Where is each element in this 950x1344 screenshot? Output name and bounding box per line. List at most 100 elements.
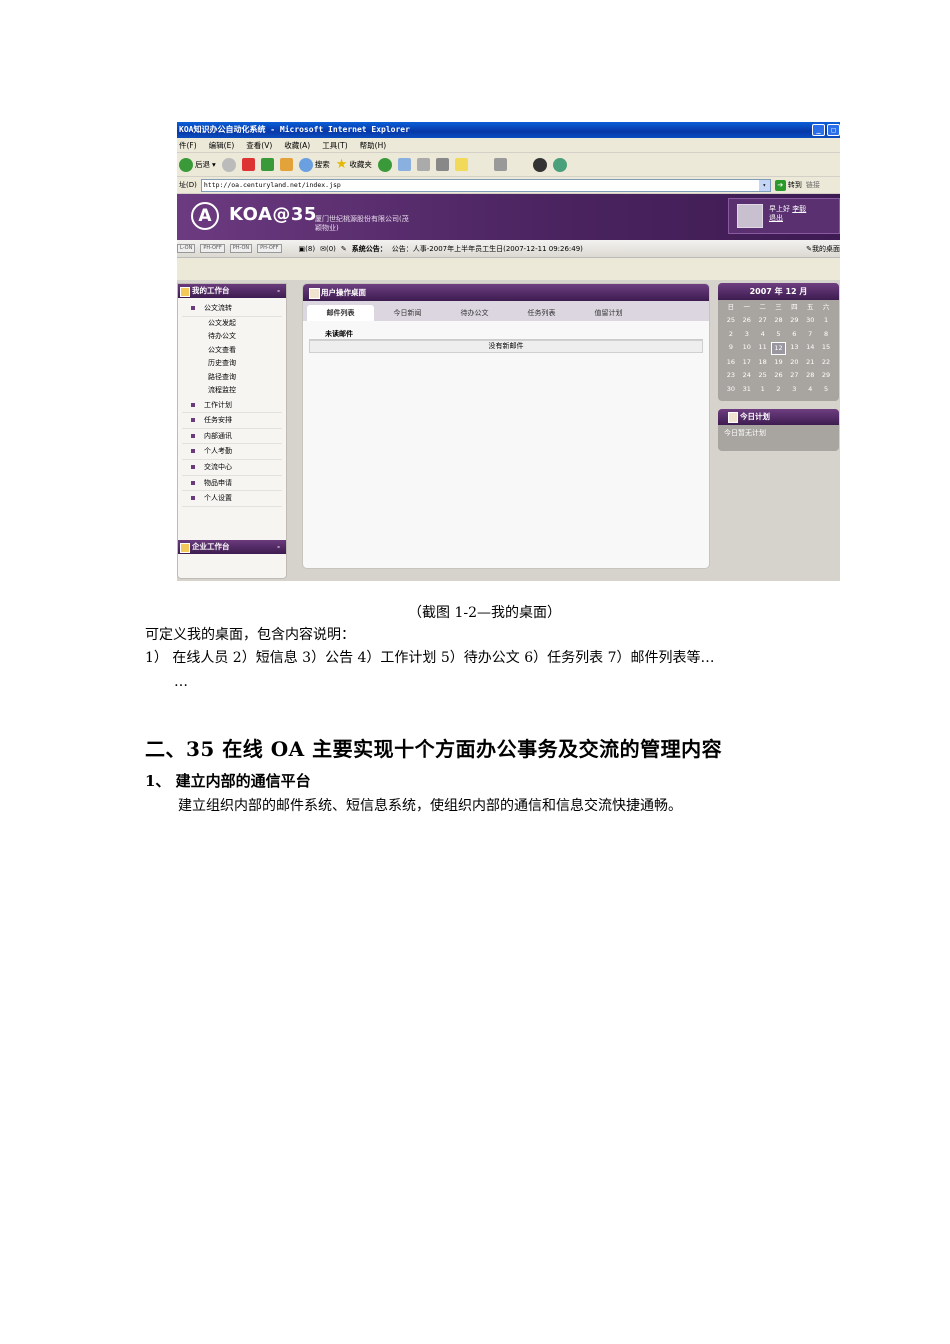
calendar-day[interactable]: 17	[739, 357, 755, 368]
sidebar-item[interactable]: 物品申请	[182, 476, 282, 492]
calendar-day[interactable]: 30	[723, 384, 739, 395]
status-chip[interactable]: PH-OFF	[200, 244, 225, 253]
messenger-icon[interactable]	[552, 157, 567, 172]
calendar-day[interactable]: 26	[771, 370, 787, 381]
sidebar-item[interactable]: 任务安排	[182, 413, 282, 429]
menu-help[interactable]: 帮助(H)	[360, 138, 387, 152]
home-icon[interactable]	[279, 158, 293, 171]
calendar-day[interactable]: 18	[755, 357, 771, 368]
calendar-day[interactable]: 8	[818, 329, 834, 340]
research-icon[interactable]	[493, 158, 507, 171]
calendar-day[interactable]: 6	[786, 329, 802, 340]
qq-icon[interactable]	[532, 157, 547, 172]
sidebar-subitem[interactable]: 公文发起	[178, 317, 286, 331]
calendar-day[interactable]: 27	[755, 315, 771, 326]
links-label[interactable]: 链接	[806, 180, 820, 190]
mail-count[interactable]: ✉(0)	[320, 245, 336, 253]
calendar-day[interactable]: 2	[771, 384, 787, 395]
collapse-icon[interactable]: -	[277, 284, 280, 298]
mail-icon[interactable]	[397, 158, 411, 171]
calendar-day[interactable]: 29	[786, 315, 802, 326]
menu-file[interactable]: 件(F)	[179, 138, 197, 152]
calendar-day[interactable]: 27	[786, 370, 802, 381]
calendar-day[interactable]: 7	[802, 329, 818, 340]
enterprise-panel-title[interactable]: 企业工作台 -	[178, 540, 286, 554]
calendar-day[interactable]: 28	[771, 315, 787, 326]
message-count[interactable]: ▣(8)	[299, 245, 316, 253]
menu-tools[interactable]: 工具(T)	[322, 138, 347, 152]
notice-text[interactable]: 公告：人事-2007年上半年员工生日(2007-12-11 09:26:49)	[392, 244, 583, 254]
calendar-day[interactable]: 10	[739, 342, 755, 355]
refresh-icon[interactable]	[260, 158, 274, 171]
sidebar-title[interactable]: 我的工作台 -	[178, 284, 286, 298]
status-chip[interactable]: PH-OFF	[257, 244, 282, 253]
calendar-day[interactable]: 19	[771, 357, 787, 368]
calendar-day[interactable]: 4	[755, 329, 771, 340]
calendar-day[interactable]: 25	[723, 315, 739, 326]
menu-view[interactable]: 查看(V)	[246, 138, 272, 152]
calendar-day[interactable]: 5	[818, 384, 834, 395]
back-button[interactable]: 后退 ▾	[179, 157, 216, 172]
sidebar-item[interactable]: 内部通讯	[182, 429, 282, 445]
tab-pending-docs[interactable]: 待办公文	[441, 305, 508, 321]
calendar-day[interactable]: 22	[818, 357, 834, 368]
calendar-day[interactable]: 1	[818, 315, 834, 326]
stop-icon[interactable]	[241, 158, 255, 171]
calendar-day[interactable]: 25	[755, 370, 771, 381]
calendar-day[interactable]: 31	[739, 384, 755, 395]
calendar-day[interactable]: 15	[818, 342, 834, 355]
tab-plans[interactable]: 值留计划	[575, 305, 642, 321]
calendar-day[interactable]: 23	[723, 370, 739, 381]
calendar-day[interactable]: 4	[802, 384, 818, 395]
sidebar-subitem[interactable]: 路径查询	[178, 371, 286, 385]
menu-edit[interactable]: 编辑(E)	[209, 138, 235, 152]
discuss-icon[interactable]	[454, 158, 468, 171]
menu-favorites[interactable]: 收藏(A)	[284, 138, 310, 152]
calendar-day[interactable]: 16	[723, 357, 739, 368]
maximize-button[interactable]: □	[827, 124, 840, 136]
status-chip[interactable]: L-ON	[177, 244, 196, 253]
tab-news[interactable]: 今日新闻	[374, 305, 441, 321]
calendar-day[interactable]: 5	[771, 329, 787, 340]
calendar-day[interactable]: 11	[755, 342, 771, 355]
address-input[interactable]: http://oa.centuryland.net/index.jsp ▾	[200, 178, 771, 192]
forward-arrow-icon[interactable]	[221, 157, 236, 172]
sidebar-subitem[interactable]: 历史查询	[178, 357, 286, 371]
history-icon[interactable]	[377, 157, 392, 172]
calendar-day[interactable]: 13	[786, 342, 802, 355]
print-icon[interactable]	[416, 158, 430, 171]
calendar-day[interactable]: 12	[770, 341, 787, 355]
calendar-day[interactable]: 29	[818, 370, 834, 381]
sidebar-subitem[interactable]: 流程监控	[178, 384, 286, 398]
sidebar-subitem[interactable]: 公文查看	[178, 344, 286, 358]
calendar-day[interactable]: 3	[786, 384, 802, 395]
tab-tasks[interactable]: 任务列表	[508, 305, 575, 321]
calendar-day[interactable]: 1	[755, 384, 771, 395]
my-desktop-link[interactable]: ✎我的桌面	[806, 244, 840, 254]
calendar-day[interactable]: 30	[802, 315, 818, 326]
calendar-day[interactable]: 21	[802, 357, 818, 368]
sidebar-item[interactable]: 交流中心	[182, 460, 282, 476]
calendar-day[interactable]: 20	[786, 357, 802, 368]
calendar-day[interactable]: 14	[802, 342, 818, 355]
calendar-day[interactable]: 3	[739, 329, 755, 340]
address-dropdown-icon[interactable]: ▾	[758, 179, 770, 191]
calendar-day[interactable]: 2	[723, 329, 739, 340]
sidebar-item[interactable]: 个人设置	[182, 491, 282, 507]
sidebar-subitem[interactable]: 待办公文	[178, 330, 286, 344]
calendar-day[interactable]: 9	[723, 342, 739, 355]
status-chip[interactable]: PH-ON	[229, 244, 253, 253]
favorites-button[interactable]: ★ 收藏夹	[336, 157, 372, 172]
logout-link[interactable]: 退出	[769, 214, 783, 222]
calendar-day[interactable]: 26	[739, 315, 755, 326]
search-button[interactable]: 搜索	[298, 157, 330, 172]
sidebar-item[interactable]: 个人考勤	[182, 444, 282, 460]
go-button[interactable]: ➔ 转到	[774, 179, 802, 191]
tab-mail-list[interactable]: 邮件列表	[307, 305, 374, 321]
user-link[interactable]: 李毅	[792, 205, 806, 213]
edit-icon[interactable]	[435, 158, 449, 171]
sidebar-item[interactable]: 工作计划	[182, 398, 282, 414]
sidebar-group-documents[interactable]: 公文流转	[182, 301, 282, 317]
calendar-day[interactable]: 24	[739, 370, 755, 381]
minimize-button[interactable]: _	[812, 124, 825, 136]
